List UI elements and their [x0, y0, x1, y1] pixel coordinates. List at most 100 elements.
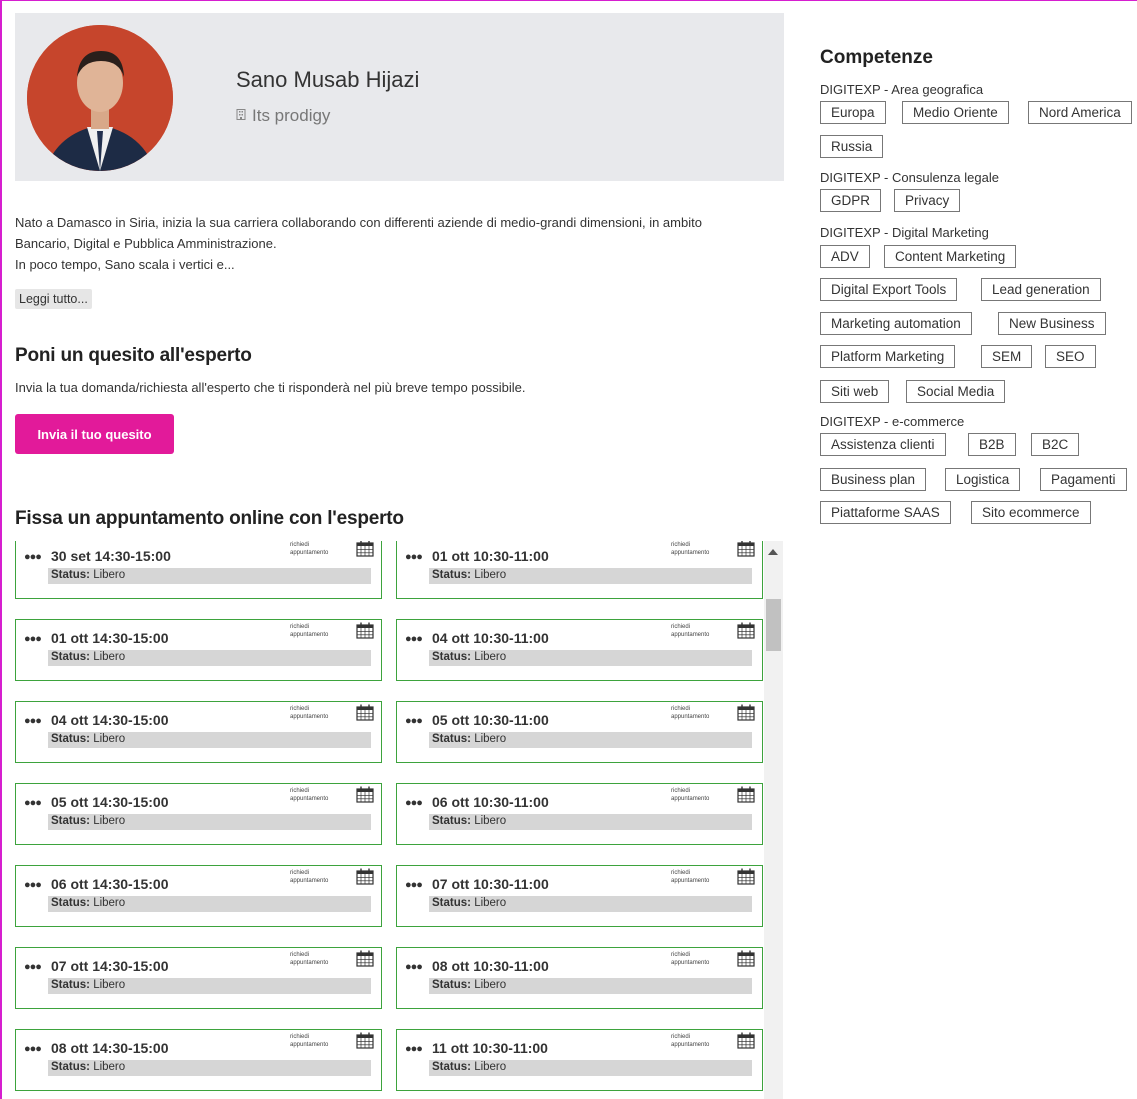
request-appointment-link[interactable]: richiedi appuntamento [671, 787, 723, 803]
status-label: Status: [51, 651, 90, 663]
calendar-icon[interactable] [356, 1032, 374, 1049]
appointment-slot[interactable]: ●●● 01 ott 10:30-11:00 richiedi appuntamen… [396, 541, 763, 599]
tag[interactable]: Privacy [894, 189, 961, 212]
appointment-slot[interactable]: ●●● 01 ott 14:30-15:00 richiedi appuntamen… [15, 619, 382, 681]
appointment-slot[interactable]: ●●● 04 ott 10:30-11:00 richiedi appuntamen… [396, 619, 763, 681]
status-label: Status: [51, 733, 90, 745]
appointment-slot[interactable]: ●●● 08 ott 10:30-11:00 richiedi appuntamen… [396, 947, 763, 1009]
tag[interactable]: GDPR [820, 189, 882, 212]
slot-time: 08 ott 10:30-11:00 [432, 958, 549, 974]
request-appointment-link[interactable]: richiedi appuntamento [671, 869, 723, 885]
request-appointment-link[interactable]: richiedi appuntamento [290, 623, 342, 639]
tag[interactable]: New Business [998, 312, 1106, 335]
request-appointment-link[interactable]: richiedi appuntamento [671, 541, 723, 557]
category-label: DIGITEXP - Digital Marketing [820, 225, 989, 240]
tag[interactable]: Lead generation [981, 278, 1101, 301]
tag[interactable]: Platform Marketing [820, 345, 956, 368]
more-options-icon[interactable]: ●●● [405, 715, 423, 727]
request-appointment-link[interactable]: richiedi appuntamento [290, 951, 342, 967]
more-options-icon[interactable]: ●●● [24, 961, 42, 973]
calendar-icon[interactable] [737, 786, 755, 803]
appointment-slot[interactable]: ●●● 06 ott 14:30-15:00 richiedi appuntamen… [15, 865, 382, 927]
calendar-icon[interactable] [356, 868, 374, 885]
more-options-icon[interactable]: ●●● [24, 1043, 42, 1055]
more-options-icon[interactable]: ●●● [24, 797, 42, 809]
more-options-icon[interactable]: ●●● [405, 879, 423, 891]
send-question-button[interactable]: Invia il tuo quesito [15, 414, 174, 454]
status-label: Status: [51, 815, 90, 827]
request-appointment-link[interactable]: richiedi appuntamento [290, 787, 342, 803]
appointment-slot[interactable]: ●●● 05 ott 14:30-15:00 richiedi appuntamen… [15, 783, 382, 845]
slot-status: Status: Libero [48, 896, 371, 912]
tag[interactable]: SEO [1045, 345, 1096, 368]
tag[interactable]: Social Media [906, 380, 1006, 403]
tag[interactable]: Piattaforme SAAS [820, 501, 951, 524]
more-options-icon[interactable]: ●●● [405, 1043, 423, 1055]
slot-time: 01 ott 10:30-11:00 [432, 548, 549, 564]
appointment-slot[interactable]: ●●● 30 set 14:30-15:00 richiedi appuntamen… [15, 541, 382, 599]
tag[interactable]: Sito ecommerce [971, 501, 1091, 524]
tag[interactable]: Russia [820, 135, 884, 158]
calendar-icon[interactable] [737, 1032, 755, 1049]
more-options-icon[interactable]: ●●● [405, 633, 423, 645]
more-options-icon[interactable]: ●●● [24, 551, 42, 563]
request-appointment-link[interactable]: richiedi appuntamento [290, 541, 342, 557]
tag[interactable]: Europa [820, 101, 886, 124]
tag[interactable]: Business plan [820, 468, 927, 491]
calendar-icon[interactable] [737, 704, 755, 721]
calendar-icon[interactable] [356, 950, 374, 967]
appointment-slot[interactable]: ●●● 06 ott 10:30-11:00 richiedi appuntamen… [396, 783, 763, 845]
more-options-icon[interactable]: ●●● [24, 715, 42, 727]
appointment-slot[interactable]: ●●● 07 ott 14:30-15:00 richiedi appuntamen… [15, 947, 382, 1009]
tag[interactable]: SEM [981, 345, 1033, 368]
tag[interactable]: Pagamenti [1040, 468, 1127, 491]
more-options-icon[interactable]: ●●● [405, 961, 423, 973]
tag[interactable]: B2C [1031, 433, 1080, 456]
tag[interactable]: B2B [968, 433, 1016, 456]
tag[interactable]: Nord America [1028, 101, 1132, 124]
slot-time: 05 ott 14:30-15:00 [51, 794, 169, 810]
calendar-icon[interactable] [356, 704, 374, 721]
tag[interactable]: Content Marketing [884, 245, 1017, 268]
more-options-icon[interactable]: ●●● [24, 879, 42, 891]
calendar-icon[interactable] [737, 950, 755, 967]
profile-card: Sano Musab Hijazi Its prodigy [15, 13, 784, 181]
tag[interactable]: Assistenza clienti [820, 433, 946, 456]
appointment-slot[interactable]: ●●● 04 ott 14:30-15:00 richiedi appuntamen… [15, 701, 382, 763]
appointment-slot[interactable]: ●●● 07 ott 10:30-11:00 richiedi appuntamen… [396, 865, 763, 927]
read-more-button[interactable]: Leggi tutto... [15, 289, 92, 309]
appointment-slot[interactable]: ●●● 05 ott 10:30-11:00 richiedi appuntamen… [396, 701, 763, 763]
tag[interactable]: Marketing automation [820, 312, 972, 335]
request-appointment-link[interactable]: richiedi appuntamento [290, 705, 342, 721]
request-appointment-link[interactable]: richiedi appuntamento [290, 869, 342, 885]
tag[interactable]: Siti web [820, 380, 890, 403]
calendar-icon[interactable] [356, 786, 374, 803]
calendar-icon[interactable] [356, 622, 374, 639]
appointment-slot[interactable]: ●●● 08 ott 14:30-15:00 richiedi appuntamen… [15, 1029, 382, 1091]
slot-time: 07 ott 14:30-15:00 [51, 958, 169, 974]
scroll-thumb[interactable] [766, 599, 781, 651]
calendar-icon[interactable] [737, 868, 755, 885]
more-options-icon[interactable]: ●●● [405, 797, 423, 809]
more-options-icon[interactable]: ●●● [24, 633, 42, 645]
slots-list[interactable]: ●●● 30 set 14:30-15:00 richiedi appuntamen… [15, 541, 783, 1099]
request-appointment-link[interactable]: richiedi appuntamento [671, 705, 723, 721]
request-appointment-link[interactable]: richiedi appuntamento [671, 951, 723, 967]
slot-status: Status: Libero [48, 814, 371, 830]
appointment-slot[interactable]: ●●● 11 ott 10:30-11:00 richiedi appuntamen… [396, 1029, 763, 1091]
request-appointment-link[interactable]: richiedi appuntamento [671, 1033, 723, 1049]
more-options-icon[interactable]: ●●● [405, 551, 423, 563]
scrollbar[interactable] [764, 541, 783, 1099]
request-appointment-link[interactable]: richiedi appuntamento [671, 623, 723, 639]
calendar-icon[interactable] [356, 541, 374, 557]
calendar-icon[interactable] [737, 541, 755, 557]
tag[interactable]: Medio Oriente [902, 101, 1009, 124]
bio-line: Bancario, Digital e Pubblica Amministraz… [15, 236, 277, 251]
scroll-up-icon[interactable] [768, 549, 778, 555]
request-appointment-link[interactable]: richiedi appuntamento [290, 1033, 342, 1049]
status-value: Libero [93, 979, 126, 991]
tag[interactable]: Digital Export Tools [820, 278, 958, 301]
tag[interactable]: ADV [820, 245, 870, 268]
calendar-icon[interactable] [737, 622, 755, 639]
tag[interactable]: Logistica [945, 468, 1021, 491]
